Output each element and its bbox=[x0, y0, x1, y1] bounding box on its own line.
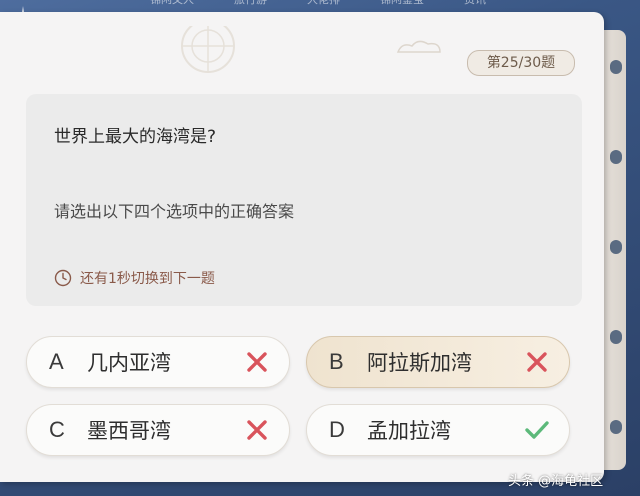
correct-check-icon bbox=[525, 421, 549, 439]
top-tab[interactable]: 大佬排 bbox=[307, 0, 340, 10]
binder-ring bbox=[610, 60, 622, 74]
compass-emblem-icon bbox=[181, 26, 235, 73]
top-tab[interactable]: 旅行游 bbox=[234, 0, 267, 10]
wrong-mark-icon bbox=[247, 352, 267, 372]
option-a-button[interactable]: A 几内亚湾 bbox=[26, 336, 290, 388]
question-box: 世界上最大的海湾是? 请选出以下四个选项中的正确答案 还有1秒切换到下一题 bbox=[26, 94, 582, 306]
wrong-mark-icon bbox=[527, 352, 547, 372]
option-text: 阿拉斯加湾 bbox=[367, 351, 472, 375]
top-tab[interactable]: 锦闲文人 bbox=[150, 0, 194, 10]
binder-ring bbox=[610, 420, 622, 434]
binder-ring bbox=[610, 330, 622, 344]
question-title: 世界上最大的海湾是? bbox=[54, 127, 217, 147]
option-c-button[interactable]: C 墨西哥湾 bbox=[26, 404, 290, 456]
option-text: 几内亚湾 bbox=[87, 351, 171, 375]
option-text: 墨西哥湾 bbox=[87, 419, 171, 443]
top-tab[interactable]: 资讯 bbox=[464, 0, 486, 10]
option-d-button[interactable]: D 孟加拉湾 bbox=[306, 404, 570, 456]
option-letter: C bbox=[49, 417, 65, 442]
timer-text: 还有1秒切换到下一题 bbox=[80, 271, 215, 287]
option-letter: D bbox=[329, 417, 345, 442]
clock-icon bbox=[54, 269, 72, 287]
option-b-button[interactable]: B 阿拉斯加湾 bbox=[306, 336, 570, 388]
watermark: 头条 @海龟社区 bbox=[508, 474, 604, 489]
top-tab[interactable]: 锦闲鉴宝 bbox=[380, 0, 424, 10]
question-hint: 请选出以下四个选项中的正确答案 bbox=[54, 202, 295, 221]
wrong-mark-icon bbox=[247, 420, 267, 440]
binder-ring bbox=[610, 150, 622, 164]
option-text: 孟加拉湾 bbox=[367, 419, 451, 443]
option-letter: B bbox=[329, 349, 344, 374]
question-counter: 第25/30题 bbox=[467, 50, 575, 76]
timer: 还有1秒切换到下一题 bbox=[54, 268, 215, 288]
binder-ring bbox=[610, 240, 622, 254]
top-tab-bar: 锦闲文人 旅行游 大佬排 锦闲鉴宝 资讯 bbox=[150, 0, 570, 10]
cloud-icon bbox=[396, 40, 441, 53]
option-letter: A bbox=[49, 349, 64, 374]
